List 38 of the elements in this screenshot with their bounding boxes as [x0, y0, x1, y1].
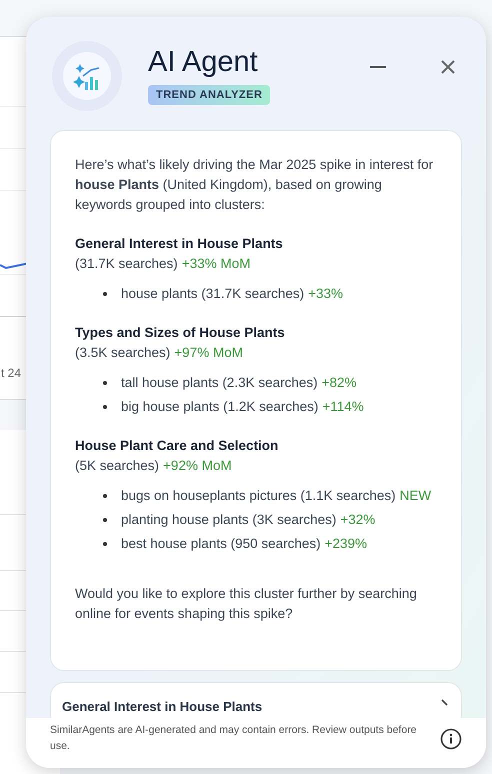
search-count: (31.7K searches)	[75, 255, 178, 273]
keyword-text: planting house plants (3K searches)	[121, 511, 336, 529]
growth-value: +239%	[324, 535, 368, 553]
keyword-text: bugs on houseplants pictures (1.1K searches)	[121, 487, 396, 505]
keyword-text: big house plants (1.2K searches)	[121, 398, 318, 416]
info-icon[interactable]	[440, 728, 462, 750]
bullet-icon	[103, 542, 107, 546]
bullet-icon	[103, 518, 107, 522]
growth-value: +33% MoM	[182, 255, 250, 273]
cluster-card[interactable]: General Interest in House Plants	[50, 682, 462, 718]
bullet-icon	[103, 405, 107, 409]
axis-label: t 24	[1, 365, 22, 382]
cluster-heading: House Plant Care and Selection	[75, 437, 280, 455]
keyword-text: best house plants (950 searches)	[121, 535, 321, 553]
growth-value: +82%	[322, 374, 357, 392]
intro-text: Here’s what’s likely driving the Mar 2025 spike in interest for house Plants (United Kingdom), based on growing keywords grouped into clusters:	[75, 156, 434, 214]
close-icon	[440, 59, 456, 75]
agent-badge: TREND ANALYZER	[148, 85, 270, 105]
keyword-text: tall house plants (2.3K searches)	[121, 374, 318, 392]
bullet-icon	[103, 494, 107, 498]
search-count: (5K searches)	[75, 457, 160, 475]
growth-value: +114%	[322, 398, 364, 416]
window-title: AI Agent	[148, 45, 258, 80]
keyword-text: house plants (31.7K searches)	[121, 285, 304, 303]
cluster-heading: General Interest in House Plants	[75, 235, 284, 253]
growth-value: +97% MoM	[174, 344, 243, 362]
growth-value: +32%	[340, 511, 376, 529]
search-count: (3.5K searches)	[75, 344, 170, 362]
growth-value: +92% MoM	[163, 457, 232, 475]
question-text: Would you like to explore this cluster further by searching online for events shaping this spike?	[75, 585, 418, 623]
minimize-icon	[370, 66, 386, 68]
disclaimer-text: SimilarAgents are AI-generated and may contain errors. Review outputs before use.	[50, 723, 418, 754]
growth-value: NEW	[400, 487, 432, 505]
bullet-icon	[103, 292, 107, 296]
bullet-icon	[103, 381, 107, 385]
cluster-title: General Interest in House Plants	[62, 699, 262, 715]
cluster-heading: Types and Sizes of House Plants	[75, 324, 286, 342]
growth-value: +33%	[308, 285, 344, 303]
